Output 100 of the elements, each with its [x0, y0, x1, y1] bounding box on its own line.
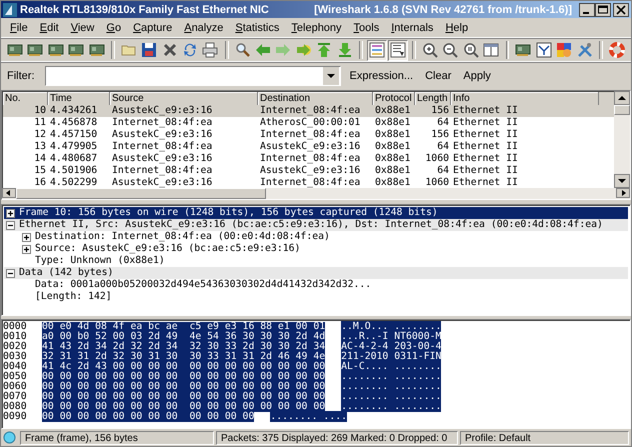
menu-item[interactable]: Analyze — [179, 22, 228, 34]
hex-bytes: 00 00 00 00 00 00 00 00 00 00 00 00 00 00 00 00 — [42, 372, 326, 382]
menu-item[interactable]: Statistics — [230, 22, 284, 34]
tree-row[interactable]: Frame 10: 156 bytes on wire (1248 bits), 156 bytes captured (1248 bits) — [4, 207, 628, 219]
window-icon[interactable] — [483, 42, 500, 58]
nic-card-icon[interactable] — [68, 42, 84, 58]
magnifier-icon[interactable] — [462, 42, 479, 58]
table-cell-text: AsustekC_e9:e3:16 — [111, 153, 214, 165]
menu-item[interactable]: Internals — [386, 22, 438, 34]
tree-row[interactable]: Data: 0001a000b05200032d494e54363030302d4d41432d342d32... — [4, 279, 628, 291]
table-cell-text: Ethernet II — [452, 117, 519, 129]
menu-item[interactable]: Tools — [348, 22, 384, 34]
ascii-text: ........ ........ — [341, 381, 442, 392]
filter-button[interactable]: Expression... — [346, 68, 416, 84]
nic-card-icon[interactable] — [27, 42, 44, 58]
zoom-in-icon[interactable] — [422, 42, 438, 58]
byte-offset: 0050 — [3, 372, 28, 382]
zoom-out-icon[interactable] — [442, 42, 458, 58]
collapse-icon[interactable] — [6, 220, 15, 230]
tools-icon[interactable] — [576, 42, 593, 58]
tree-row[interactable]: Destination: Internet_08:4f:ea (00:e0:4d:08:4f:ea) — [4, 231, 628, 243]
ascii-text: AL-C.... ........ — [341, 361, 442, 372]
scroll-right-icon[interactable] — [616, 188, 630, 198]
list-icon[interactable] — [390, 42, 406, 58]
filter-field[interactable] — [44, 66, 340, 86]
expand-icon[interactable] — [22, 232, 31, 242]
byte-offset: 0090 — [3, 412, 28, 422]
hex-bytes: 00 e0 4d 08 4f ea bc ae c5 e9 e3 16 88 e1 00 01 — [42, 322, 326, 332]
hex-bytes: 41 4c 2d 43 00 00 00 00 00 00 00 00 00 00 00 00 — [42, 362, 326, 372]
menu-item[interactable]: File — [5, 22, 33, 34]
ascii-text: AC-4-2-4 203-00-4 — [341, 341, 442, 352]
expand-icon[interactable] — [6, 208, 15, 218]
table-cell-text: 0x88e1 — [374, 165, 412, 177]
table-cell-text: 0x88e1 — [374, 129, 412, 141]
status-text: Packets: 375 Displayed: 269 Marked: 0 Dropped: 0 — [216, 430, 458, 444]
table-cell-text: AtherosC_00:00:01 — [259, 117, 362, 129]
tree-row[interactable]: Type: Unknown (0x88e1) — [4, 255, 628, 267]
scroll-up-icon[interactable] — [614, 91, 630, 105]
menu-item[interactable]: Help — [440, 22, 474, 34]
lifebuoy-icon[interactable] — [608, 42, 625, 58]
ascii-text: ........ ........ — [341, 401, 442, 412]
expand-icon[interactable] — [22, 244, 31, 254]
packet-row[interactable]: 15 4.501906 Internet_08:4f:ea AsustekC_e9:e3:16 0x88e1 64 Ethernet II — [3, 165, 614, 177]
packet-row[interactable]: 11 4.456878 Internet_08:4f:ea AtherosC_00:00:01 0x88e1 64 Ethernet II — [3, 117, 614, 129]
tree-row[interactable]: Source: AsustekC_e9:e3:16 (bc:ae:c5:e9:e3:16) — [4, 243, 628, 255]
refresh-icon[interactable] — [182, 42, 198, 58]
hex-bytes: 00 00 00 00 00 00 00 00 00 00 00 00 00 00 00 00 — [42, 382, 326, 392]
table-cell-text: 11 — [33, 117, 47, 129]
collapse-icon[interactable] — [6, 268, 15, 278]
minimize-icon[interactable] — [579, 2, 595, 16]
maximize-icon[interactable] — [595, 2, 611, 16]
table-cell-text: Internet_08:4f:ea — [259, 153, 362, 165]
table-cell-text: Ethernet II — [452, 165, 519, 177]
close-icon[interactable] — [613, 2, 629, 16]
nic-card-icon[interactable] — [6, 42, 23, 58]
tree-row[interactable]: [Length: 142] — [4, 291, 628, 303]
tree-item-text: Destination: Internet_08:4f:ea (00:e0:4d:08:4f:ea) — [35, 231, 330, 243]
packet-row[interactable]: 12 4.457150 AsustekC_e9:e3:16 Internet_08:4f:ea 0x88e1 156 Ethernet II — [3, 129, 614, 141]
table-cell-text: Ethernet II — [452, 177, 519, 189]
nic-card-icon[interactable] — [515, 42, 532, 58]
palette-icon[interactable] — [556, 42, 572, 58]
scroll-left-icon[interactable] — [2, 188, 16, 198]
menu-item[interactable]: View — [66, 22, 100, 34]
packet-row[interactable]: 14 4.480687 AsustekC_e9:e3:16 Internet_08:4f:ea 0x88e1 1060 Ethernet II — [3, 153, 614, 165]
table-cell-text: 10 — [33, 105, 47, 117]
ascii-text: 211-2010 0311-FIN — [341, 351, 442, 362]
nic-card-icon[interactable] — [88, 42, 105, 58]
arrow-down-icon[interactable] — [336, 42, 353, 58]
table-cell-text: 4.501906 — [49, 165, 98, 177]
menu-item[interactable]: Capture — [128, 22, 178, 34]
window-title: Realtek RTL8139/810x Family Fast Ethernet NIC — [20, 4, 269, 16]
table-cell-text: 64 — [436, 165, 450, 177]
scroll-thumb[interactable] — [16, 188, 266, 199]
table-cell-text: 4.434261 — [49, 105, 98, 117]
menu-item[interactable]: Edit — [34, 22, 64, 34]
horizontal-scrollbar[interactable] — [2, 188, 630, 199]
filter-icon[interactable] — [536, 42, 552, 58]
scroll-thumb[interactable] — [614, 105, 630, 115]
filter-button[interactable]: Clear — [422, 68, 454, 84]
filter-label: Filter: — [7, 70, 34, 82]
vertical-scrollbar[interactable] — [614, 91, 630, 188]
byte-offset: 0030 — [3, 352, 28, 362]
byte-offset: 0040 — [3, 362, 28, 372]
nic-card-icon[interactable] — [48, 42, 64, 58]
arrow-up-icon[interactable] — [316, 42, 332, 58]
byte-offset: 0020 — [3, 342, 28, 352]
scroll-down-icon[interactable] — [614, 174, 630, 188]
packet-row[interactable]: 13 4.479905 Internet_08:4f:ea AsustekC_e9:e3:16 0x88e1 64 Ethernet II — [3, 141, 614, 153]
table-cell-text: AsustekC_e9:e3:16 — [111, 129, 214, 141]
menu-item[interactable]: Go — [101, 22, 126, 34]
menu-item[interactable]: Telephony — [286, 22, 347, 34]
packet-row[interactable]: 16 4.502299 AsustekC_e9:e3:16 Internet_08:4f:ea 0x88e1 1060 Ethernet II — [3, 177, 614, 189]
table-cell-text: 0x88e1 — [374, 141, 412, 153]
hex-bytes: 00 00 00 00 00 00 00 00 00 00 00 00 — [42, 412, 254, 422]
search-icon[interactable] — [234, 42, 251, 58]
printer-icon[interactable] — [202, 42, 218, 58]
tree-row[interactable]: Data (142 bytes) — [4, 267, 628, 279]
packet-row[interactable]: 10 4.434261 AsustekC_e9:e3:16 Internet_08:4f:ea 0x88e1 156 Ethernet II — [3, 105, 614, 117]
filter-button[interactable]: Apply — [460, 68, 494, 84]
list-icon[interactable] — [368, 42, 385, 58]
